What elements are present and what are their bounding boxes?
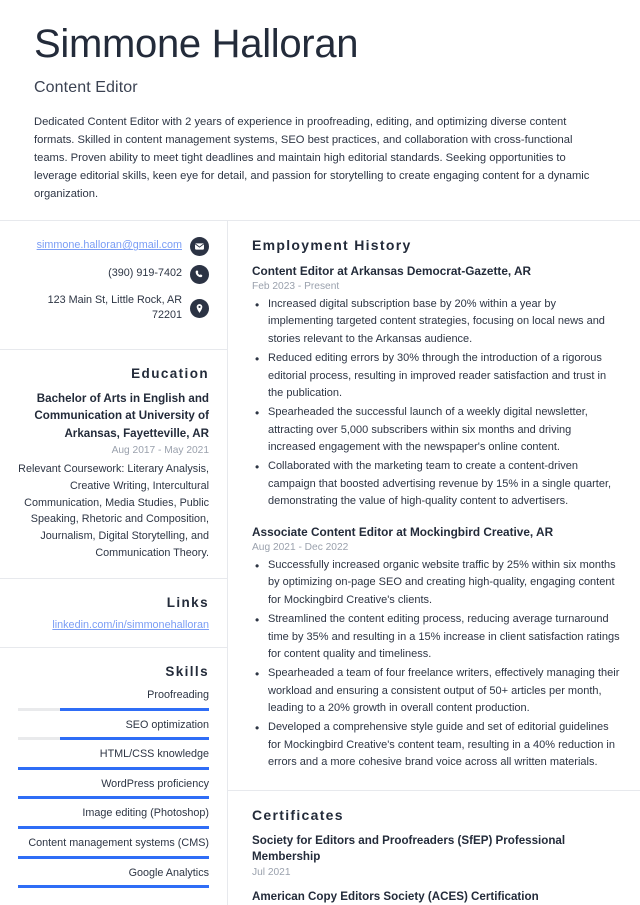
skill-item: HTML/CSS knowledge — [18, 747, 209, 770]
links-block: Links linkedin.com/in/simmonehalloran — [0, 577, 227, 647]
skill-label: Proofreading — [147, 688, 209, 701]
employment-heading: Employment History — [252, 236, 412, 253]
bullet-item: Successfully increased organic website t… — [252, 557, 620, 609]
skill-label: SEO optimization — [125, 718, 209, 731]
skill-label: WordPress proficiency — [101, 777, 209, 790]
envelope-icon — [190, 236, 209, 256]
links-heading: Links — [166, 594, 209, 610]
skills-block: Skills Proofreading SEO optimization HTML/… — [0, 646, 227, 905]
address-text[interactable]: 123 Main St, Little Rock, AR 72201 — [18, 293, 182, 324]
education-date: Aug 2017 - May 2021 — [111, 444, 209, 456]
education-heading: Education — [131, 365, 209, 381]
education-description: Relevant Coursework: Literary Analysis, … — [18, 462, 209, 560]
resume-body: simmone.halloran@gmail.com (390) 919-740… — [0, 220, 640, 905]
skill-label: Image editing (Photoshop) — [82, 807, 209, 820]
employment-date: Aug 2021 - Dec 2022 — [252, 542, 349, 554]
sidebar: simmone.halloran@gmail.com (390) 919-740… — [0, 220, 228, 905]
certificate-entry: Society for Editors and Proofreaders (Sf… — [252, 833, 620, 879]
skill-bar-track — [18, 737, 209, 741]
skills-heading: Skills — [165, 663, 209, 679]
skill-bar-track — [18, 855, 209, 859]
certificate-title: Society for Editors and Proofreaders (Sf… — [252, 833, 566, 863]
skill-item: WordPress proficiency — [18, 777, 209, 800]
phone-icon — [190, 264, 209, 284]
skill-bar-fill — [18, 796, 209, 800]
bullet-item: Collaborated with the marketing team to … — [252, 458, 620, 510]
job-title-subtitle: Content Editor — [34, 78, 138, 96]
employment-title: Content Editor at Arkansas Democrat-Gaze… — [252, 263, 532, 278]
skill-bar-fill — [18, 826, 209, 830]
skill-label: HTML/CSS knowledge — [99, 748, 209, 761]
employment-bullets: Increased digital subscription base by 2… — [252, 296, 620, 511]
employment-block: Employment History Content Editor at Ark… — [228, 221, 640, 790]
main-column: Employment History Content Editor at Ark… — [228, 221, 640, 905]
skill-bar-fill — [18, 885, 209, 889]
phone-text[interactable]: (390) 919-7402 — [108, 266, 182, 282]
employment-list: Content Editor at Arkansas Democrat-Gaze… — [252, 263, 620, 772]
skill-item: Image editing (Photoshop) — [18, 806, 209, 830]
bullet-item: Reduced editing errors by 30% through th… — [252, 350, 620, 402]
skill-bar-fill — [18, 855, 209, 859]
email-text[interactable]: simmone.halloran@gmail.com — [37, 238, 182, 254]
skill-item: Google Analytics — [18, 866, 209, 889]
contact-block: simmone.halloran@gmail.com (390) 919-740… — [0, 221, 227, 349]
link-item-linkedin[interactable]: linkedin.com/in/simmonehalloran — [18, 619, 209, 631]
skill-bar-track — [18, 826, 209, 830]
certificates-block: Certificates Society for Editors and Pro… — [228, 789, 640, 905]
skill-bar-fill — [60, 737, 209, 741]
skill-bar-fill — [60, 707, 209, 711]
resume-header: Simmone Halloran Content Editor Dedicate… — [0, 0, 640, 220]
employment-date: Feb 2023 - Present — [252, 281, 340, 293]
bullet-item: Streamlined the content editing process,… — [252, 611, 620, 663]
skill-label: Google Analytics — [128, 866, 209, 879]
employment-bullets: Successfully increased organic website t… — [252, 557, 620, 772]
contact-row-address[interactable]: 123 Main St, Little Rock, AR 72201 — [18, 293, 209, 324]
education-block: Education Bachelor of Arts in English an… — [0, 348, 227, 578]
skills-list: Proofreading SEO optimization HTML/CSS kno… — [18, 688, 209, 889]
bullet-item: Developed a comprehensive style guide an… — [252, 719, 620, 771]
employment-title: Associate Content Editor at Mockingbird … — [252, 524, 554, 539]
employment-entry: Associate Content Editor at Mockingbird … — [252, 524, 620, 772]
bullet-item: Spearheaded a team of four freelance wri… — [252, 665, 620, 717]
certificates-list: Society for Editors and Proofreaders (Sf… — [252, 833, 620, 905]
skill-bar-track — [18, 707, 209, 711]
bullet-item: Spearheaded the successful launch of a w… — [252, 404, 620, 456]
skill-bar-fill — [18, 766, 209, 770]
contact-row-phone[interactable]: (390) 919-7402 — [18, 264, 209, 284]
bullet-item: Increased digital subscription base by 2… — [252, 296, 620, 348]
certificate-entry: American Copy Editors Society (ACES) Cer… — [252, 889, 620, 905]
employment-entry: Content Editor at Arkansas Democrat-Gaze… — [252, 263, 620, 511]
certificate-date: Jul 2021 — [252, 867, 291, 879]
skill-item: Proofreading — [18, 688, 209, 711]
skill-bar-track — [18, 796, 209, 800]
skill-bar-track — [18, 766, 209, 770]
page-title: Simmone Halloran — [34, 22, 359, 66]
certificates-heading: Certificates — [252, 806, 344, 823]
location-pin-icon — [190, 298, 209, 318]
education-degree: Bachelor of Arts in English and Communic… — [34, 391, 209, 440]
skill-bar-track — [18, 885, 209, 889]
skill-label: Content management systems (CMS) — [28, 837, 209, 850]
contact-row-email[interactable]: simmone.halloran@gmail.com — [18, 236, 209, 256]
skill-item: Content management systems (CMS) — [18, 836, 209, 859]
skill-item: SEO optimization — [18, 718, 209, 741]
certificate-title: American Copy Editors Society (ACES) Cer… — [252, 890, 539, 904]
professional-summary: Dedicated Content Editor with 2 years of… — [34, 115, 590, 201]
resume-page: Simmone Halloran Content Editor Dedicate… — [0, 0, 640, 905]
